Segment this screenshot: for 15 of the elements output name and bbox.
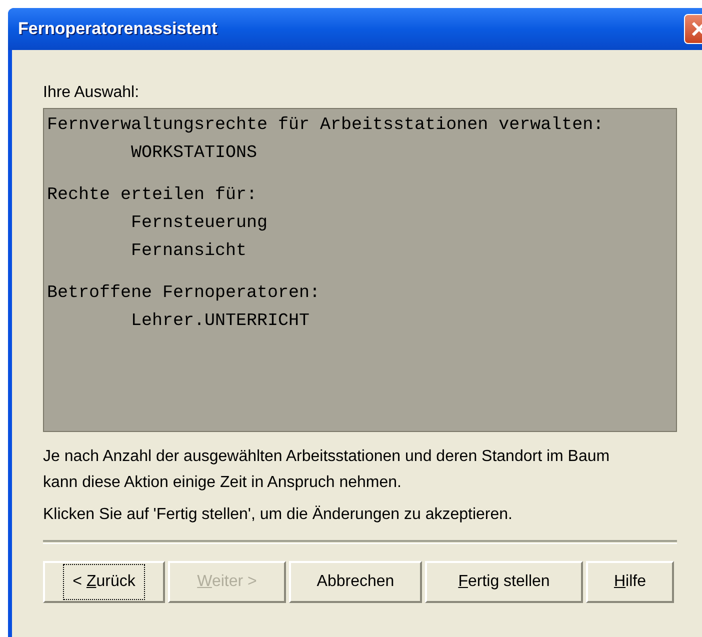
summary-heading: Betroffene Fernoperatoren: bbox=[47, 282, 322, 305]
wizard-button[interactable]: Abbrechen bbox=[289, 561, 422, 603]
summary-heading: Rechte erteilen für: bbox=[47, 184, 258, 207]
summary-item: WORKSTATIONS bbox=[130, 142, 258, 165]
selection-label: Ihre Auswahl: bbox=[43, 83, 140, 103]
summary-item: Fernansicht bbox=[130, 240, 248, 263]
summary-item: Lehrer.UNTERRICHT bbox=[130, 310, 311, 333]
summary-item: Fernsteuerung bbox=[130, 212, 269, 235]
summary-heading: Fernverwaltungsrechte für Arbeitsstationen verwalten: bbox=[47, 114, 605, 137]
wizard-button[interactable]: < Zurück bbox=[43, 561, 165, 603]
hint-text: Klicken Sie auf 'Fertig stellen', um die Änderungen zu akzeptieren. bbox=[43, 504, 514, 525]
info-text: Je nach Anzahl der ausgewählten Arbeitsstationen und deren Standort im Baum kann diese Aktion einige Zeit in Anspruch nehmen. bbox=[43, 447, 611, 493]
window-title: Fernoperatorenassistent bbox=[18, 18, 218, 40]
wizard-button[interactable]: Fertig stellen bbox=[425, 561, 583, 603]
wizard-button[interactable]: Hilfe bbox=[586, 561, 674, 603]
